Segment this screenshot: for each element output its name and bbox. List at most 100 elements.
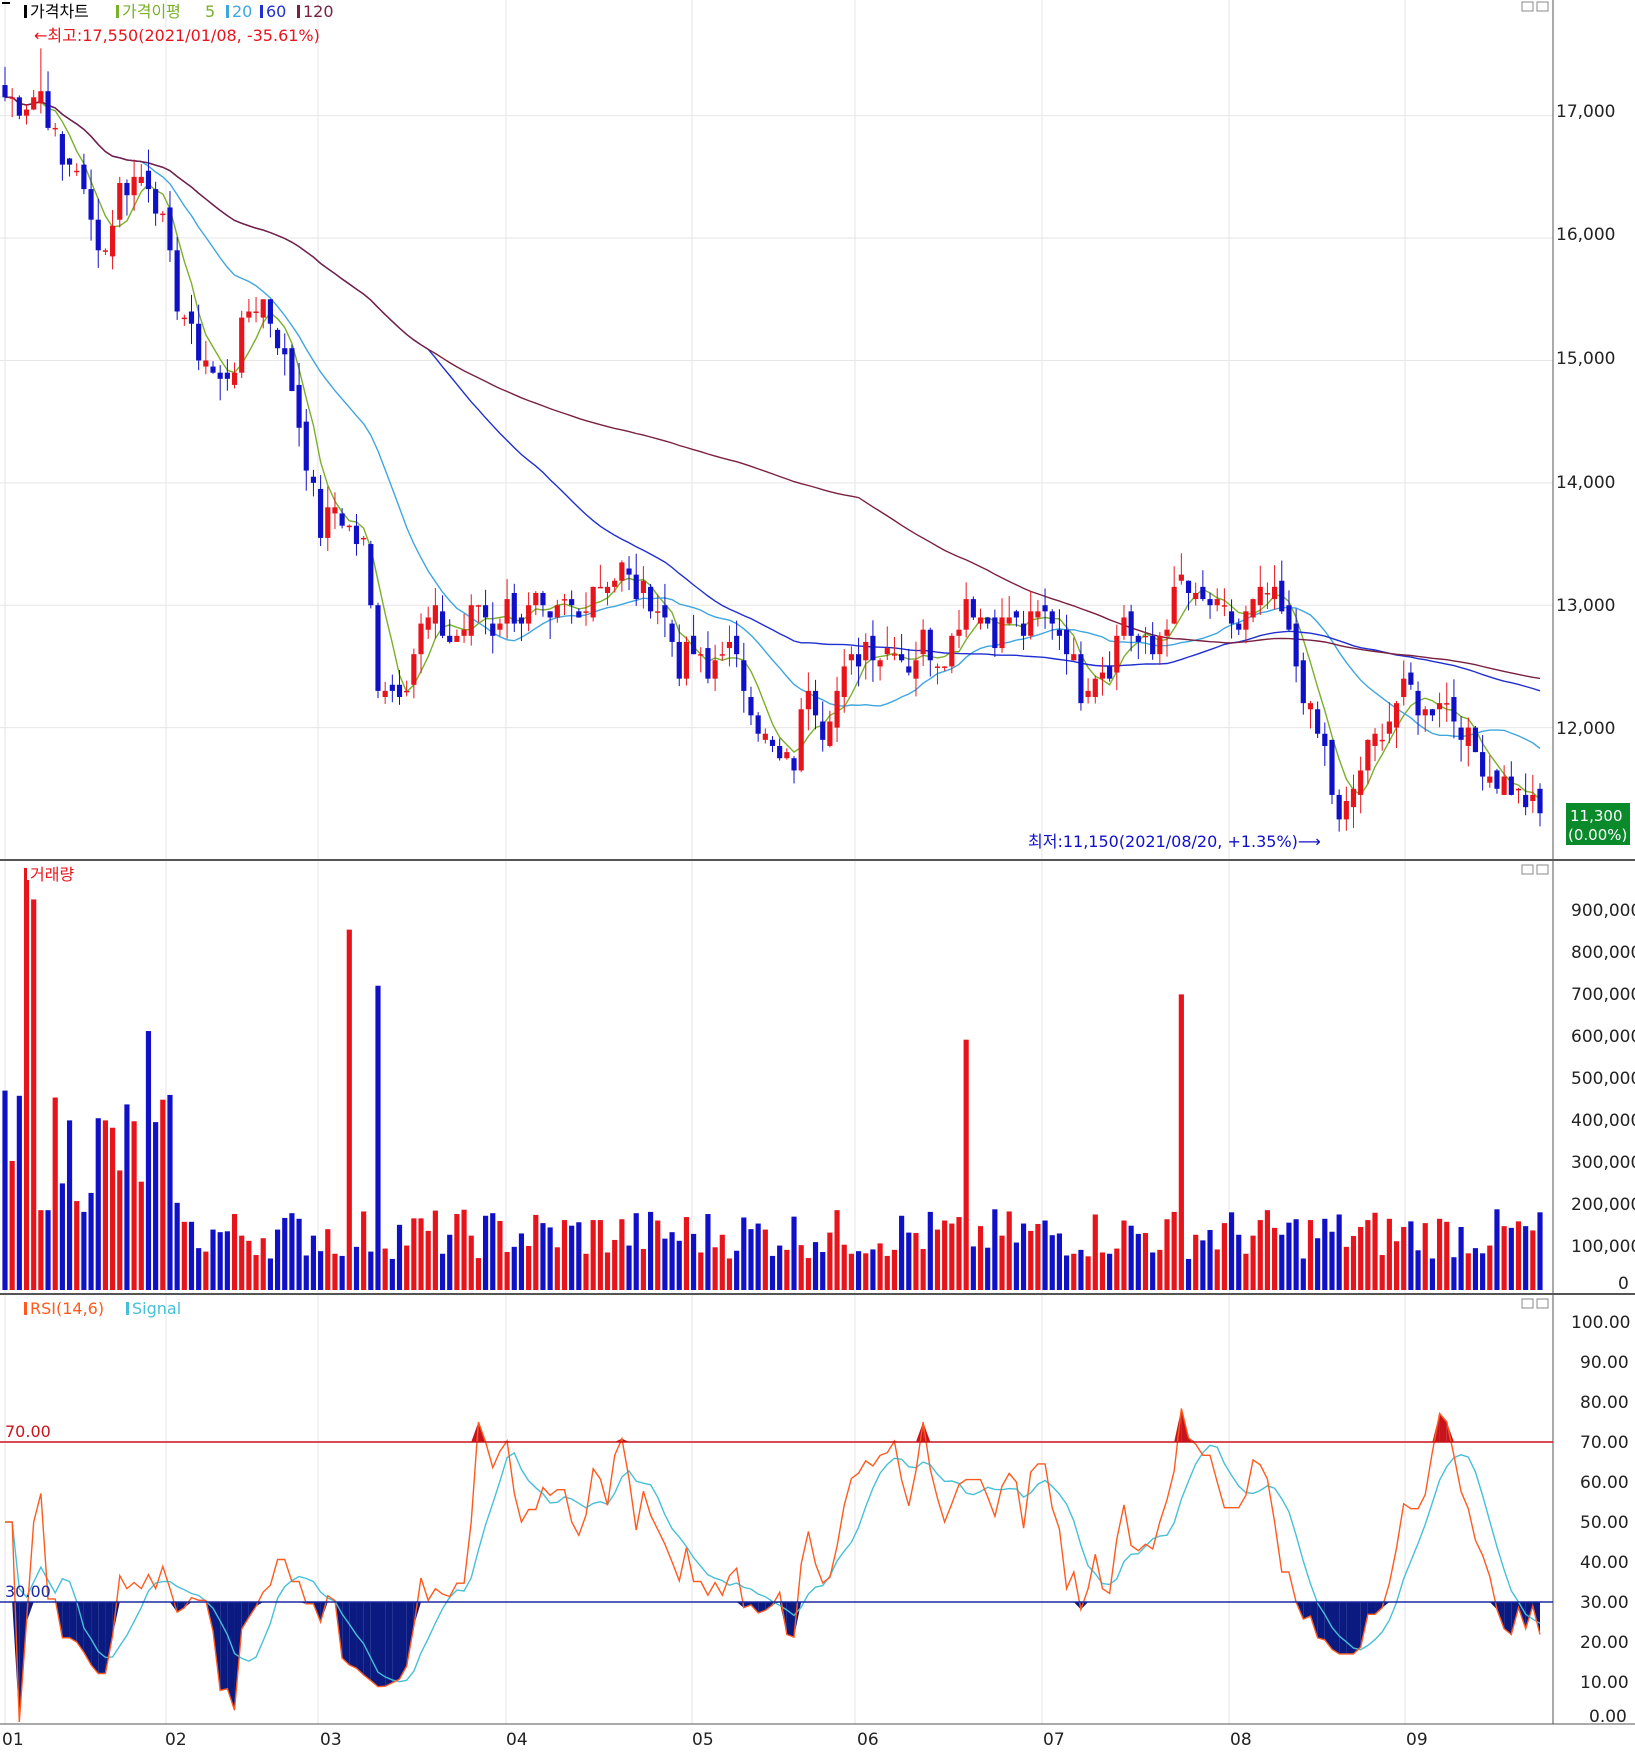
volume-bar [1315,1238,1321,1290]
candle-body [870,635,876,661]
volume-bar [1279,1234,1285,1290]
maximize-icon[interactable] [1521,1298,1534,1309]
volume-bar [841,1244,847,1290]
volume-bar [561,1220,568,1290]
candle-body [518,617,525,624]
candle-body [153,189,159,214]
candle-body [748,697,754,716]
candle-body [117,182,123,220]
volume-bar [1286,1222,1292,1290]
volume-bar [518,1233,525,1290]
candle-body [102,250,109,252]
stock-chart[interactable]: 70.00 30.00 가격차트 가격이평 5 20 60 120 ←최고:17… [0,0,1635,1750]
volume-bar [1042,1220,1048,1290]
candle-body [418,623,424,655]
candle-body [1243,611,1249,630]
volume-bar [662,1238,668,1290]
rsi-oversold-fill [98,1602,106,1674]
rsi-ytick-label: 30.00 [1580,1593,1629,1613]
candle-body [145,170,152,190]
volume-bar [999,1235,1005,1290]
volume-bar [66,1120,73,1290]
volume-bar [1150,1252,1156,1290]
volume-bar [310,1235,317,1290]
rsi-legend[interactable]: RSI(14,6) Signal [24,1299,181,1318]
chart-canvas: 70.00 30.00 가격차트 가격이평 5 20 60 120 ←최고:17… [0,0,1635,1750]
rsi-ytick-label: 10.00 [1580,1673,1629,1693]
volume-bar [712,1247,718,1290]
price-legend[interactable]: 가격차트 가격이평 5 20 60 120 [2,2,334,21]
candle-body [74,170,80,173]
rsi-oversold-fill [370,1602,378,1687]
candle-body [1329,739,1335,795]
volume-bar [1350,1236,1357,1290]
last-price-value: 11,300 [1570,807,1623,825]
maximize-icon[interactable] [1521,1,1534,12]
candle-body [210,366,216,373]
volume-bar [117,1170,123,1290]
volume-bar [461,1209,467,1290]
volume-bar [1228,1212,1235,1290]
volume-bar [647,1211,654,1290]
candle-body [977,617,984,624]
volume-bar [949,1223,955,1290]
volume-bar [1436,1218,1443,1290]
volume-bar [31,899,37,1290]
close-icon[interactable] [1536,864,1549,875]
candle-body [554,605,560,618]
volume-bar [425,1230,431,1290]
volume-legend[interactable]: 거래량 [24,865,74,884]
maximize-icon[interactable] [1521,864,1534,875]
candle-body [999,617,1005,649]
candle-body [561,599,568,601]
signal-legend-title: Signal [132,1299,181,1318]
volume-bar [1501,1226,1507,1290]
candle-body [899,654,905,661]
volume-bar [970,1246,976,1290]
volume-bar [1056,1233,1062,1290]
volume-bar [1372,1212,1378,1290]
volume-bar [1020,1223,1027,1290]
rsi-oversold-fill [349,1602,357,1669]
volume-bar [834,1210,840,1290]
volume-bar [1171,1211,1177,1290]
candle-body [9,97,15,99]
candle-body [1480,752,1486,777]
volume-bar [1293,1219,1299,1290]
volume-bar [196,1248,202,1290]
close-icon[interactable] [1536,1,1549,12]
candle-body [38,91,44,104]
volume-bar [1207,1230,1213,1290]
price-ytick-label: 17,000 [1556,102,1615,122]
candle-body [604,586,611,593]
volume-ytick-label: 0 [1618,1274,1629,1294]
volume-bar [102,1120,109,1290]
volume-bar [977,1226,984,1290]
volume-bar [655,1220,661,1290]
candle-body [504,599,510,624]
candle-body [877,660,883,667]
candle-body [332,507,338,514]
candle-body [1458,727,1464,740]
candle-body [217,372,223,379]
volume-bar [468,1235,474,1290]
volume-bar [533,1214,539,1290]
volume-bar [1508,1227,1514,1290]
candle-body [906,666,912,673]
volume-bar [748,1229,754,1290]
volume-bar [597,1220,603,1290]
volume-bar [1336,1214,1342,1290]
candle-body [475,605,481,607]
volume-bar [1401,1226,1407,1290]
legend-marker-icon [24,868,27,881]
candle-body [1107,666,1113,679]
volume-ytick-label: 500,000 [1571,1069,1635,1089]
close-icon[interactable] [1536,1298,1549,1309]
candle-body [1250,599,1256,618]
volume-bar [691,1233,697,1290]
candle-body [1171,586,1177,624]
volume-bar [734,1250,740,1290]
volume-bar [863,1253,869,1290]
chart-background [0,0,1635,1750]
volume-bar [576,1222,582,1290]
